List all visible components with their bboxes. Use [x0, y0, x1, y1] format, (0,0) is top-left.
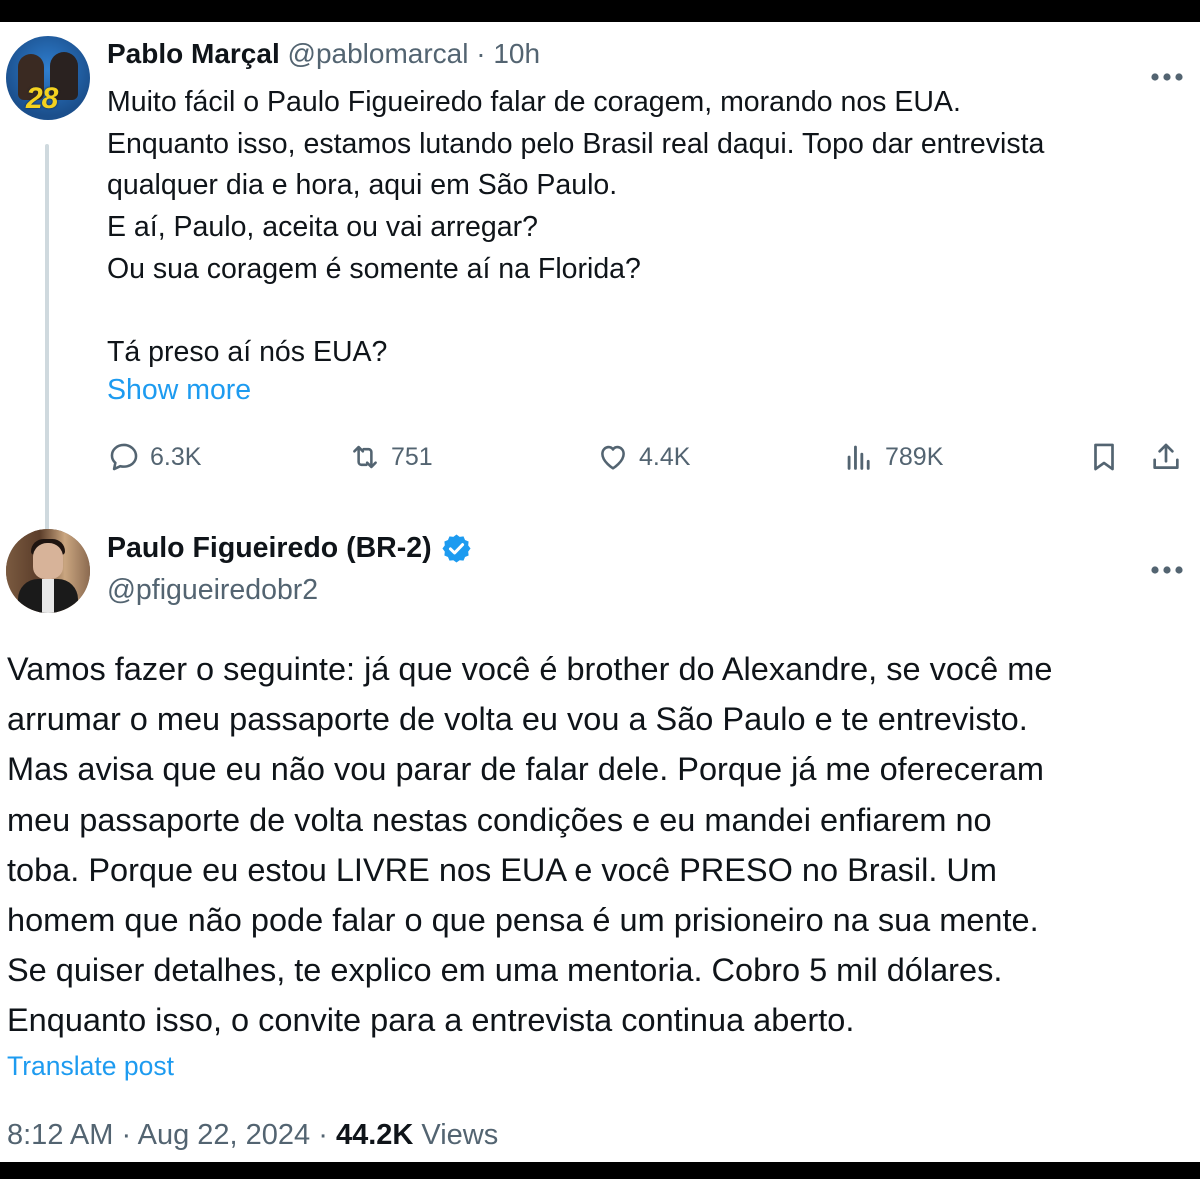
share-icon	[1153, 443, 1179, 469]
post-text: Vamos fazer o seguinte: já que você é br…	[7, 644, 1197, 1046]
reply-count: 6.3K	[150, 442, 202, 471]
post-timestamp[interactable]: 8:12 AM	[7, 1119, 113, 1151]
repost-icon	[353, 445, 377, 469]
meta-separator: ·	[121, 1119, 132, 1151]
repost-count: 751	[391, 442, 433, 471]
reply-text-line: qualquer dia e hora, aqui em São Paulo.	[107, 169, 618, 202]
like-count: 4.4K	[639, 442, 691, 471]
show-more-link[interactable]: Show more	[107, 374, 251, 407]
translate-post-link[interactable]: Translate post	[7, 1051, 174, 1082]
post-time[interactable]: 10h	[493, 38, 540, 69]
views-button[interactable]: 789K	[842, 440, 943, 474]
bookmark-icon	[1094, 443, 1114, 471]
avatar-pablo-marcal[interactable]: 28	[6, 36, 90, 120]
post-thread: 28 Pablo Marçal @pablomarcal · 10h Muito…	[0, 22, 1200, 1162]
more-options-icon[interactable]	[1150, 551, 1184, 582]
reply-text-line: Enquanto isso, estamos lutando pelo Bras…	[107, 127, 1045, 160]
reply-text-line: Muito fácil o Paulo Figueiredo falar de …	[107, 86, 961, 118]
reply-button[interactable]: 6.3K	[107, 440, 201, 474]
post-text-line: Vamos fazer o seguinte: já que você é br…	[7, 651, 1053, 687]
post-text-line: Se quiser detalhes, te explico em uma me…	[7, 952, 1003, 989]
more-horizontal-icon	[1151, 566, 1183, 574]
repost-button[interactable]: 751	[348, 440, 433, 474]
post-metadata: 8:12 AM · Aug 22, 2024 · 44.2K Views	[7, 1119, 498, 1152]
header-separator: ·	[476, 38, 486, 69]
author-handle[interactable]: @pablomarcal	[288, 38, 469, 69]
views-label: Views	[421, 1119, 499, 1151]
post-text-line: Enquanto isso, o convite para a entrevis…	[7, 1002, 855, 1039]
reply-header: Pablo Marçal @pablomarcal · 10h	[107, 38, 540, 70]
verified-badge-icon[interactable]	[440, 532, 473, 565]
post-header: Paulo Figueiredo (BR-2)	[107, 532, 473, 565]
heart-icon	[601, 445, 625, 470]
post-text-line: Mas avisa que eu não vou parar de falar …	[7, 751, 1044, 788]
post-text-line: arrumar o meu passaporte de volta eu vou…	[7, 701, 1028, 738]
reply-text-line: Ou sua coragem é somente aí na Florida?	[107, 252, 641, 285]
reply-text: Muito fácil o Paulo Figueiredo falar de …	[107, 82, 1187, 374]
post-text-line: toba. Porque eu estou LIVRE nos EUA e vo…	[7, 851, 997, 888]
avatar-face	[33, 543, 63, 579]
author-name[interactable]: Paulo Figueiredo (BR-2)	[107, 532, 432, 565]
comment-icon	[110, 443, 138, 471]
more-horizontal-icon	[1151, 73, 1183, 81]
bookmark-button[interactable]	[1087, 440, 1130, 474]
analytics-icon	[847, 445, 870, 470]
meta-separator: ·	[318, 1119, 328, 1151]
views-count: 789K	[885, 442, 944, 471]
share-button[interactable]	[1149, 440, 1192, 474]
reply-text-line: Tá preso aí nós EUA?	[107, 336, 388, 369]
author-handle[interactable]: @pfigueiredobr2	[107, 574, 318, 607]
avatar-number-badge: 28	[26, 82, 58, 115]
avatar-paulo-figueiredo[interactable]	[6, 529, 90, 613]
author-name[interactable]: Pablo Marçal	[107, 38, 280, 69]
reply-text-line: E aí, Paulo, aceita ou vai arregar?	[107, 211, 538, 244]
post-text-line: meu passaporte de volta nestas condições…	[7, 801, 992, 838]
reply-action-bar: 6.3K 751 4.4K 789K	[0, 440, 1200, 488]
reply-text-line	[107, 290, 1187, 332]
post-date[interactable]: Aug 22, 2024	[138, 1119, 311, 1151]
avatar-shirt	[42, 579, 54, 613]
views-total: 44.2K	[335, 1119, 414, 1151]
like-button[interactable]: 4.4K	[596, 440, 690, 474]
post-text-line: homem que não pode falar o que pensa é u…	[7, 901, 1039, 938]
